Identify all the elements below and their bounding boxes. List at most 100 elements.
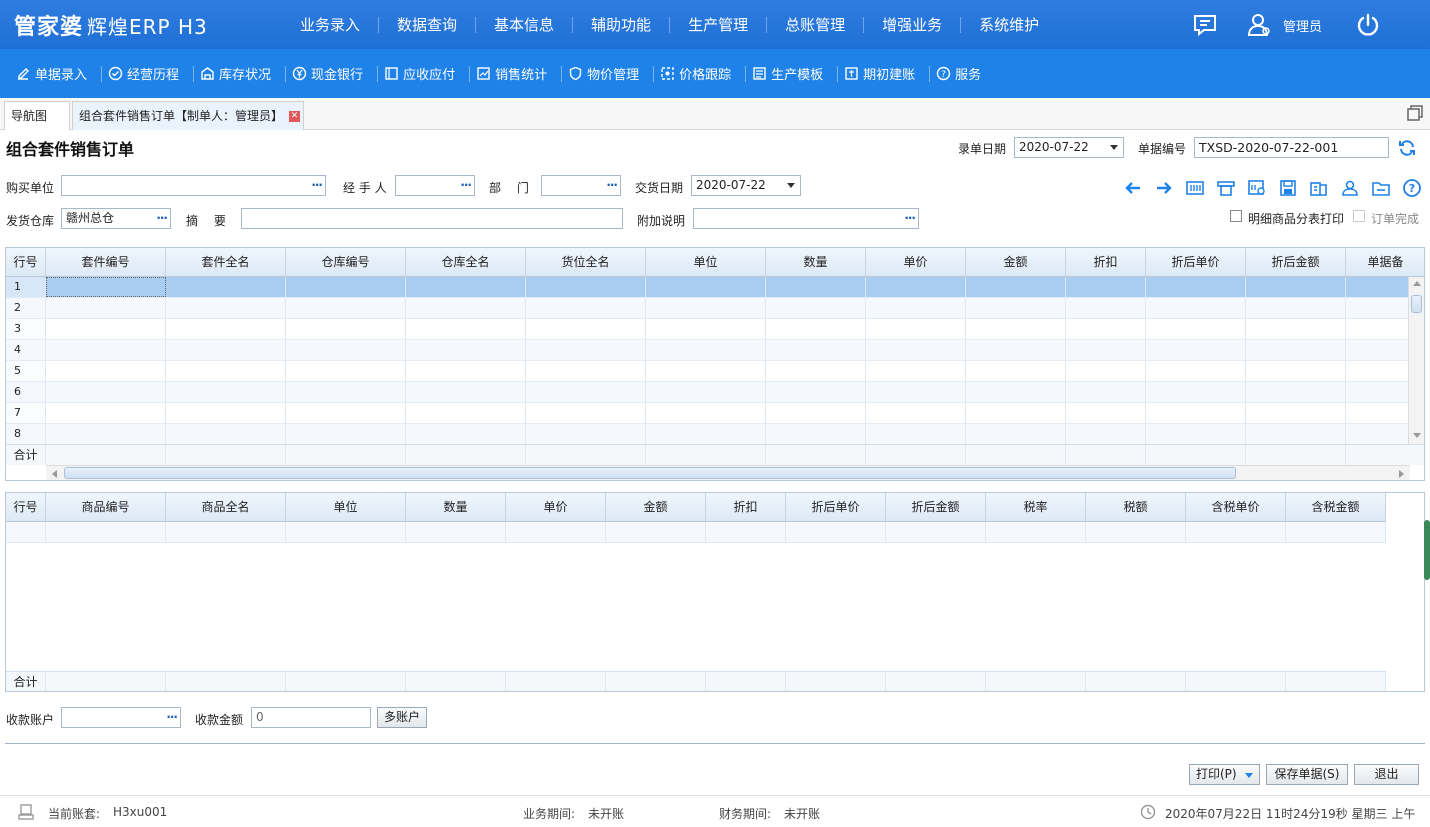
column-header[interactable]: 含税金额 bbox=[1286, 493, 1386, 521]
vertical-scrollbar[interactable] bbox=[1408, 277, 1424, 444]
table-cell[interactable] bbox=[1246, 298, 1346, 318]
table-cell[interactable] bbox=[1086, 522, 1186, 542]
table-cell[interactable] bbox=[286, 522, 406, 542]
table-cell[interactable] bbox=[866, 319, 966, 339]
table-cell[interactable] bbox=[46, 382, 166, 402]
message-icon[interactable] bbox=[1192, 12, 1218, 38]
admin-label[interactable]: 管理员 bbox=[1283, 16, 1322, 35]
top-menu-item[interactable]: 数据查询 bbox=[379, 16, 477, 33]
column-header[interactable]: 单据备 bbox=[1346, 248, 1424, 276]
table-cell[interactable] bbox=[986, 522, 1086, 542]
table-cell[interactable] bbox=[646, 340, 766, 360]
column-header[interactable]: 仓库编号 bbox=[286, 248, 406, 276]
table-cell[interactable] bbox=[646, 424, 766, 444]
table-row[interactable]: 7 bbox=[6, 403, 1424, 424]
table-cell[interactable] bbox=[286, 424, 406, 444]
save-icon[interactable] bbox=[1272, 178, 1303, 198]
table-cell[interactable] bbox=[526, 319, 646, 339]
table-cell[interactable] bbox=[766, 340, 866, 360]
table-cell[interactable] bbox=[866, 340, 966, 360]
table-cell[interactable] bbox=[406, 403, 526, 423]
dept-input[interactable]: ··· bbox=[541, 175, 621, 196]
table-cell[interactable] bbox=[166, 298, 286, 318]
table-cell[interactable] bbox=[1066, 319, 1146, 339]
table-cell[interactable] bbox=[526, 340, 646, 360]
table-cell[interactable] bbox=[966, 403, 1066, 423]
table-cell[interactable] bbox=[166, 340, 286, 360]
entry-date-select[interactable]: 2020-07-22 bbox=[1014, 137, 1124, 158]
table-cell[interactable] bbox=[526, 277, 646, 297]
column-header[interactable]: 折后金额 bbox=[886, 493, 986, 521]
account-input[interactable]: ··· bbox=[61, 707, 181, 728]
table-cell[interactable] bbox=[1146, 403, 1246, 423]
table-cell[interactable] bbox=[1066, 361, 1146, 381]
column-header[interactable]: 含税单价 bbox=[1186, 493, 1286, 521]
shortcut-item[interactable]: 生产模板 bbox=[746, 65, 839, 83]
table-cell[interactable] bbox=[46, 522, 166, 542]
table-cell[interactable] bbox=[166, 424, 286, 444]
table-cell[interactable] bbox=[406, 361, 526, 381]
table-cell[interactable] bbox=[166, 403, 286, 423]
column-header[interactable]: 折扣 bbox=[1066, 248, 1146, 276]
table-cell[interactable] bbox=[646, 403, 766, 423]
table-row[interactable]: 6 bbox=[6, 382, 1424, 403]
person-icon[interactable] bbox=[1334, 178, 1365, 198]
scroll-thumb[interactable] bbox=[1411, 295, 1422, 313]
exit-button[interactable]: 退出 bbox=[1354, 764, 1419, 785]
shortcut-item[interactable]: 应收应付 bbox=[378, 65, 471, 83]
table-cell[interactable] bbox=[46, 319, 166, 339]
more-icon[interactable]: ··· bbox=[311, 176, 323, 195]
top-menu-item[interactable]: 业务录入 bbox=[282, 16, 380, 33]
table-cell[interactable] bbox=[966, 424, 1066, 444]
table-cell[interactable] bbox=[1146, 298, 1246, 318]
table-cell[interactable] bbox=[646, 319, 766, 339]
more-icon[interactable]: ··· bbox=[460, 176, 472, 195]
table-cell[interactable] bbox=[526, 382, 646, 402]
print-detail-checkbox[interactable] bbox=[1230, 210, 1242, 222]
shortcut-item[interactable]: ? 服务 bbox=[930, 66, 995, 83]
scroll-left-icon[interactable] bbox=[52, 470, 57, 478]
top-menu-item[interactable]: 系统维护 bbox=[961, 17, 1057, 33]
table-cell[interactable] bbox=[606, 522, 706, 542]
table-cell[interactable] bbox=[766, 382, 866, 402]
table-cell[interactable] bbox=[1066, 277, 1146, 297]
table-cell[interactable] bbox=[286, 298, 406, 318]
table-cell[interactable] bbox=[46, 424, 166, 444]
column-header[interactable]: 金额 bbox=[606, 493, 706, 521]
column-header[interactable]: 单位 bbox=[646, 248, 766, 276]
table-cell[interactable] bbox=[1286, 522, 1386, 542]
table-cell[interactable] bbox=[966, 298, 1066, 318]
table-cell[interactable] bbox=[406, 277, 526, 297]
scroll-down-icon[interactable] bbox=[1413, 433, 1421, 438]
amount-input[interactable]: 0 bbox=[251, 707, 371, 728]
table-cell[interactable] bbox=[966, 361, 1066, 381]
print-button[interactable]: 打印(P) bbox=[1189, 764, 1260, 785]
shortcut-item[interactable]: 库存状况 bbox=[194, 65, 287, 83]
column-header[interactable]: 仓库全名 bbox=[406, 248, 526, 276]
scroll-up-icon[interactable] bbox=[1413, 281, 1421, 286]
table-cell[interactable] bbox=[406, 424, 526, 444]
table-cell[interactable] bbox=[766, 424, 866, 444]
table-cell[interactable] bbox=[786, 522, 886, 542]
table-cell[interactable] bbox=[1146, 382, 1246, 402]
table-cell[interactable] bbox=[766, 319, 866, 339]
table-cell[interactable] bbox=[286, 403, 406, 423]
table-cell[interactable] bbox=[406, 522, 506, 542]
table-cell[interactable] bbox=[286, 382, 406, 402]
table-cell[interactable] bbox=[966, 382, 1066, 402]
table-cell[interactable] bbox=[706, 522, 786, 542]
scroll-thumb[interactable] bbox=[64, 467, 1236, 479]
tab-suite-sales-order[interactable]: 组合套件销售订单【制单人：管理员】 ✕ bbox=[72, 101, 304, 130]
table-cell[interactable] bbox=[1066, 298, 1146, 318]
multi-account-button[interactable]: 多账户 bbox=[377, 707, 427, 728]
table-cell[interactable] bbox=[406, 382, 526, 402]
table-cell[interactable] bbox=[46, 340, 166, 360]
table-cell[interactable] bbox=[406, 340, 526, 360]
table-cell[interactable] bbox=[766, 403, 866, 423]
table-cell[interactable] bbox=[1146, 319, 1246, 339]
table-cell[interactable] bbox=[646, 277, 766, 297]
note-input[interactable]: ··· bbox=[693, 208, 919, 229]
table-row[interactable]: 3 bbox=[6, 319, 1424, 340]
column-header[interactable]: 商品全名 bbox=[166, 493, 286, 521]
table-cell[interactable] bbox=[1066, 340, 1146, 360]
